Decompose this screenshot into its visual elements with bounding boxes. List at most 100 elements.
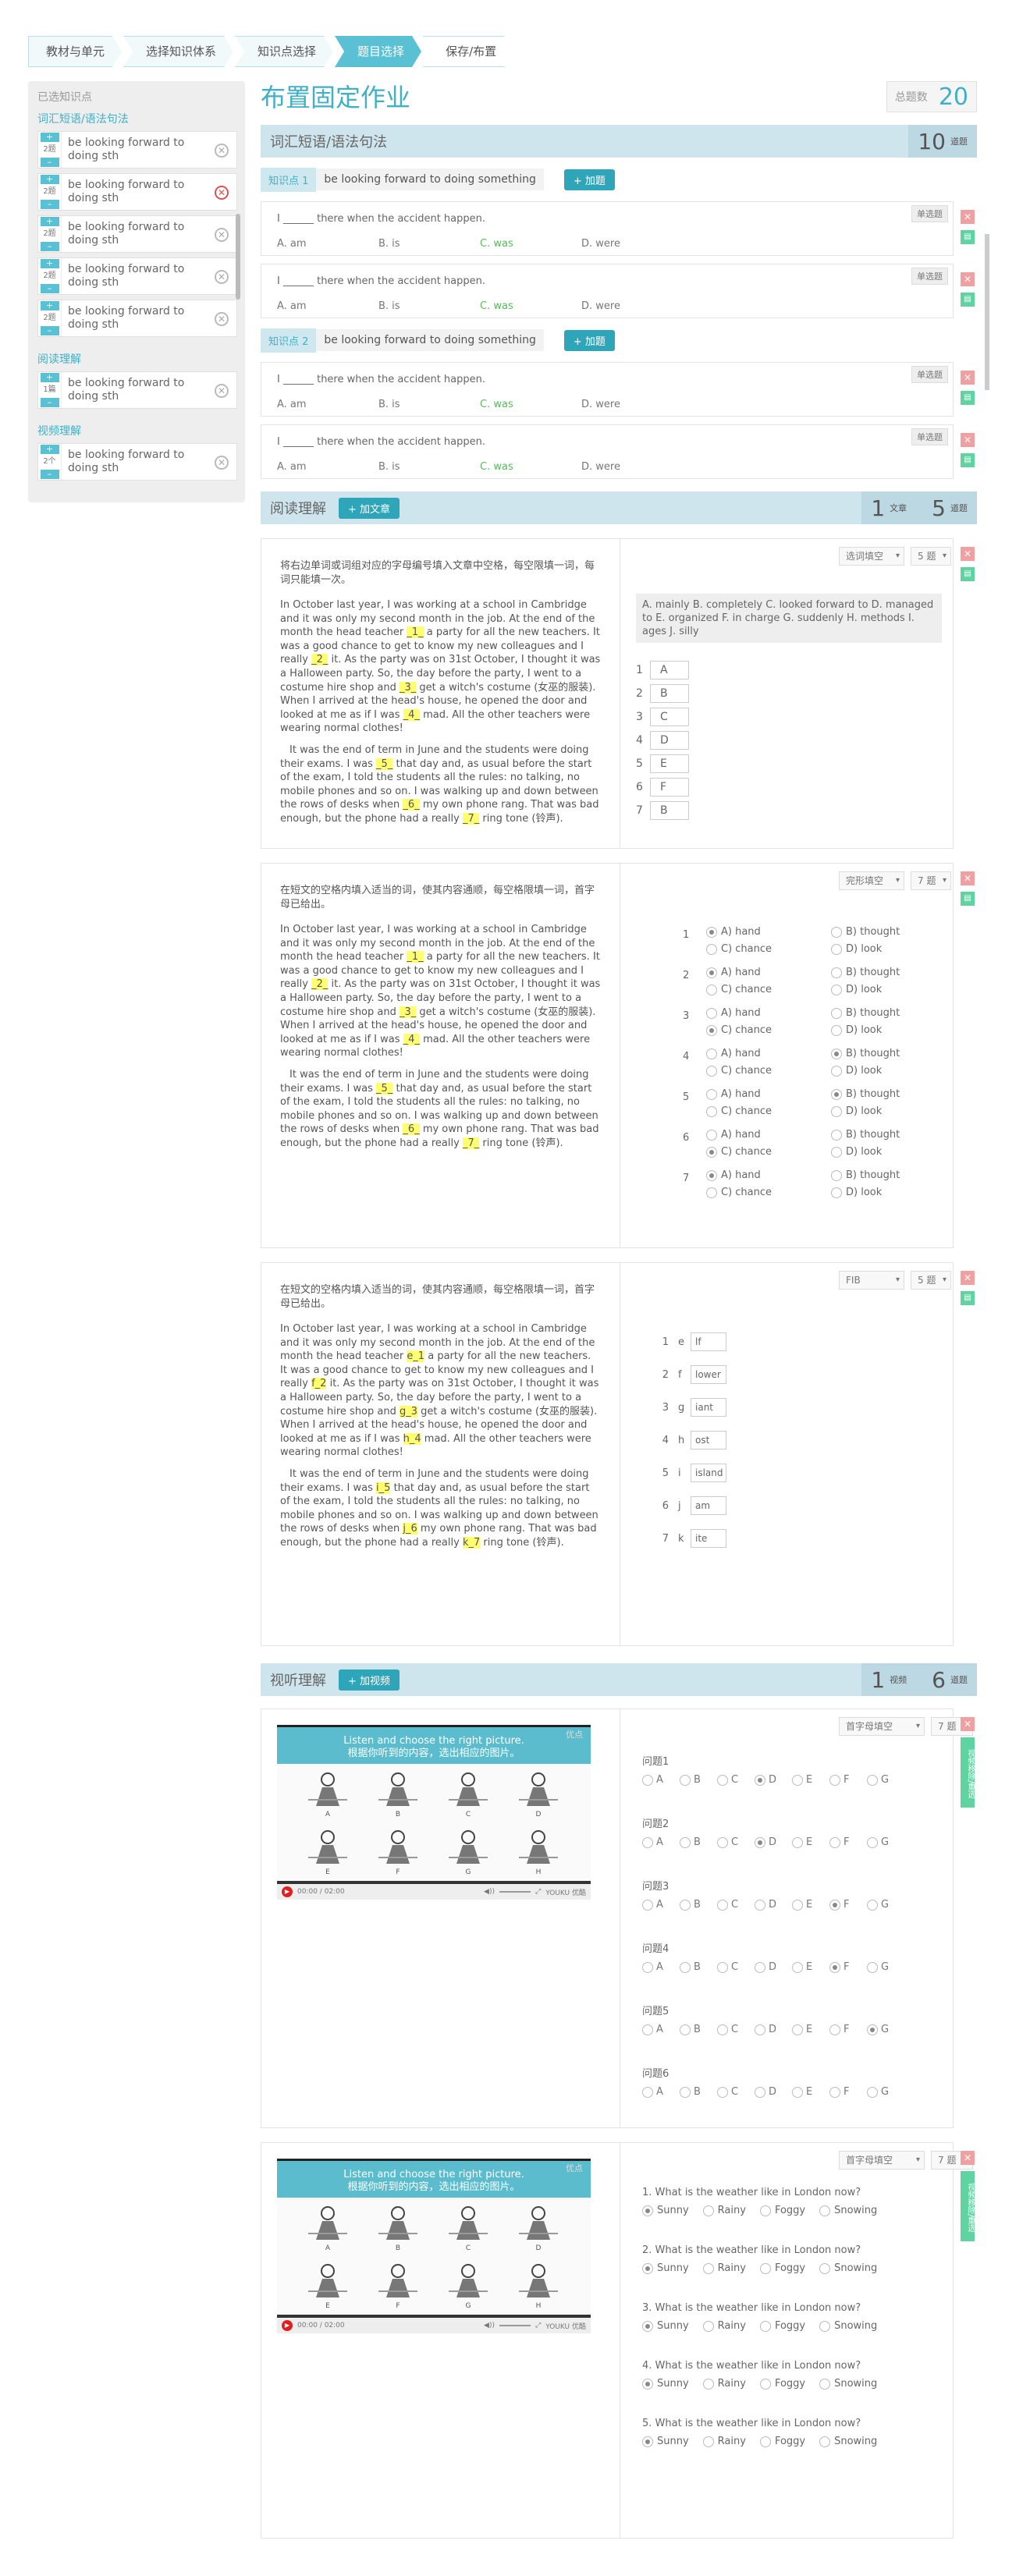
option-radio[interactable]: A bbox=[642, 1961, 673, 1973]
add-article-button[interactable]: + 加文章 bbox=[339, 497, 400, 519]
radio-icon[interactable] bbox=[819, 2205, 831, 2216]
radio-icon[interactable] bbox=[706, 984, 717, 995]
radio-icon[interactable] bbox=[829, 1899, 840, 1911]
option-radio[interactable]: C bbox=[717, 1774, 748, 1786]
volume-icon[interactable]: ◀)) bbox=[484, 1888, 495, 1896]
remove-icon[interactable]: ✕ bbox=[215, 384, 229, 398]
option-radio[interactable]: B) thought bbox=[831, 967, 900, 978]
radio-icon[interactable] bbox=[706, 1129, 717, 1141]
radio-icon[interactable] bbox=[717, 1899, 728, 1911]
remove-icon[interactable]: ✕ bbox=[215, 144, 229, 158]
radio-icon[interactable] bbox=[702, 2205, 714, 2216]
option-radio[interactable]: D bbox=[755, 1774, 786, 1786]
increment-button[interactable]: + bbox=[40, 217, 59, 226]
decrement-button[interactable]: – bbox=[40, 470, 59, 479]
radio-icon[interactable] bbox=[680, 1836, 691, 1848]
radio-icon[interactable] bbox=[717, 1774, 728, 1786]
option-radio[interactable]: Snowing bbox=[819, 2436, 877, 2447]
option-radio[interactable]: E bbox=[792, 2024, 823, 2035]
option-radio[interactable]: D bbox=[755, 1961, 786, 1973]
option-radio[interactable]: Rainy bbox=[702, 2205, 746, 2216]
option-radio[interactable]: B bbox=[680, 1899, 711, 1911]
video-player[interactable]: Listen and choose the right picture. 根据你听… bbox=[277, 2159, 591, 2336]
radio-icon[interactable] bbox=[642, 1961, 653, 1973]
option-radio[interactable]: A) hand bbox=[706, 1129, 761, 1141]
radio-icon[interactable] bbox=[819, 2262, 831, 2274]
radio-icon[interactable] bbox=[706, 1088, 717, 1100]
remove-icon[interactable]: ✕ bbox=[961, 371, 975, 385]
radio-icon[interactable] bbox=[759, 2262, 771, 2274]
answer-input[interactable]: iant bbox=[691, 1398, 726, 1417]
option-radio[interactable]: D) look bbox=[831, 1024, 882, 1036]
increment-button[interactable]: + bbox=[40, 445, 59, 454]
radio-icon[interactable] bbox=[642, 1774, 653, 1786]
add-question-button[interactable]: + 加题 bbox=[563, 329, 615, 351]
radio-icon[interactable] bbox=[829, 1961, 840, 1973]
radio-icon[interactable] bbox=[706, 1169, 717, 1181]
remove-icon[interactable]: ✕ bbox=[215, 456, 229, 470]
option-radio[interactable]: C) chance bbox=[706, 1187, 772, 1198]
radio-icon[interactable] bbox=[759, 2436, 771, 2447]
remove-icon[interactable]: ✕ bbox=[961, 272, 975, 286]
radio-icon[interactable] bbox=[706, 967, 717, 978]
count-stepper[interactable]: +2题 – bbox=[38, 174, 62, 210]
play-icon[interactable]: ▶ bbox=[282, 1886, 293, 1897]
option-radio[interactable]: B) thought bbox=[831, 1088, 900, 1100]
decrement-button[interactable]: – bbox=[40, 158, 59, 167]
option-radio[interactable]: G bbox=[867, 1836, 898, 1848]
radio-icon[interactable] bbox=[755, 1899, 765, 1911]
radio-icon[interactable] bbox=[759, 2378, 771, 2390]
radio-icon[interactable] bbox=[792, 1774, 803, 1786]
question-type-dropdown[interactable]: 首字母填空 bbox=[839, 2151, 925, 2170]
option-radio[interactable]: D) look bbox=[831, 1065, 882, 1077]
option-radio[interactable]: F bbox=[829, 1961, 861, 1973]
option-radio[interactable]: E bbox=[792, 1836, 823, 1848]
radio-icon[interactable] bbox=[829, 2024, 840, 2035]
count-stepper[interactable]: +1篇 – bbox=[38, 372, 62, 408]
breadcrumb-step-2[interactable]: 选择知识体系 bbox=[123, 36, 233, 67]
option-radio[interactable]: A bbox=[642, 1899, 673, 1911]
option-radio[interactable]: B) thought bbox=[831, 1007, 900, 1019]
answer-input[interactable]: D bbox=[650, 731, 689, 750]
radio-icon[interactable] bbox=[867, 2086, 878, 2098]
option-radio[interactable]: A) hand bbox=[706, 1007, 761, 1019]
radio-icon[interactable] bbox=[831, 1146, 842, 1158]
radio-icon[interactable] bbox=[867, 1961, 878, 1973]
remove-icon[interactable]: ✕ bbox=[961, 1717, 975, 1731]
increment-button[interactable]: + bbox=[40, 301, 59, 310]
play-icon[interactable]: ▶ bbox=[282, 2320, 293, 2331]
option-radio[interactable]: B bbox=[680, 1836, 711, 1848]
radio-icon[interactable] bbox=[642, 2086, 653, 2098]
option-radio[interactable]: F bbox=[829, 1836, 861, 1848]
option-radio[interactable]: Rainy bbox=[702, 2436, 746, 2447]
radio-icon[interactable] bbox=[706, 1007, 717, 1019]
question-count-dropdown[interactable]: 5 题 bbox=[911, 547, 951, 566]
radio-icon[interactable] bbox=[831, 943, 842, 955]
sidebar-item[interactable]: +1篇 – be looking forward to doing sth ✕ bbox=[37, 371, 237, 409]
add-video-button[interactable]: + 加视频 bbox=[339, 1669, 400, 1691]
video-reselect-button[interactable]: 视频移除/重选 bbox=[961, 2171, 975, 2241]
edit-icon[interactable]: ▤ bbox=[961, 293, 975, 307]
option-radio[interactable]: A) hand bbox=[706, 967, 761, 978]
decrement-button[interactable]: – bbox=[40, 398, 59, 407]
radio-icon[interactable] bbox=[642, 2205, 653, 2216]
radio-icon[interactable] bbox=[702, 2378, 714, 2390]
option-radio[interactable]: Foggy bbox=[759, 2436, 805, 2447]
question-type-dropdown[interactable]: 选词填空 bbox=[839, 547, 904, 566]
answer-input[interactable]: ite bbox=[691, 1529, 726, 1548]
option-radio[interactable]: D) look bbox=[831, 1146, 882, 1158]
sidebar-item[interactable]: +2题 – be looking forward to doing sth ✕ bbox=[37, 131, 237, 169]
increment-button[interactable]: + bbox=[40, 175, 59, 184]
radio-icon[interactable] bbox=[831, 1169, 842, 1181]
radio-icon[interactable] bbox=[642, 2024, 653, 2035]
option-radio[interactable]: B) thought bbox=[831, 1169, 900, 1181]
radio-icon[interactable] bbox=[642, 2262, 653, 2274]
remove-icon[interactable]: ✕ bbox=[961, 210, 975, 224]
radio-icon[interactable] bbox=[702, 2262, 714, 2274]
question-type-dropdown[interactable]: 首字母填空 bbox=[839, 1717, 925, 1736]
radio-icon[interactable] bbox=[706, 1146, 717, 1158]
radio-icon[interactable] bbox=[702, 2436, 714, 2447]
option-radio[interactable]: D bbox=[755, 2024, 786, 2035]
option-radio[interactable]: C bbox=[717, 1961, 748, 1973]
option-radio[interactable]: D) look bbox=[831, 1187, 882, 1198]
